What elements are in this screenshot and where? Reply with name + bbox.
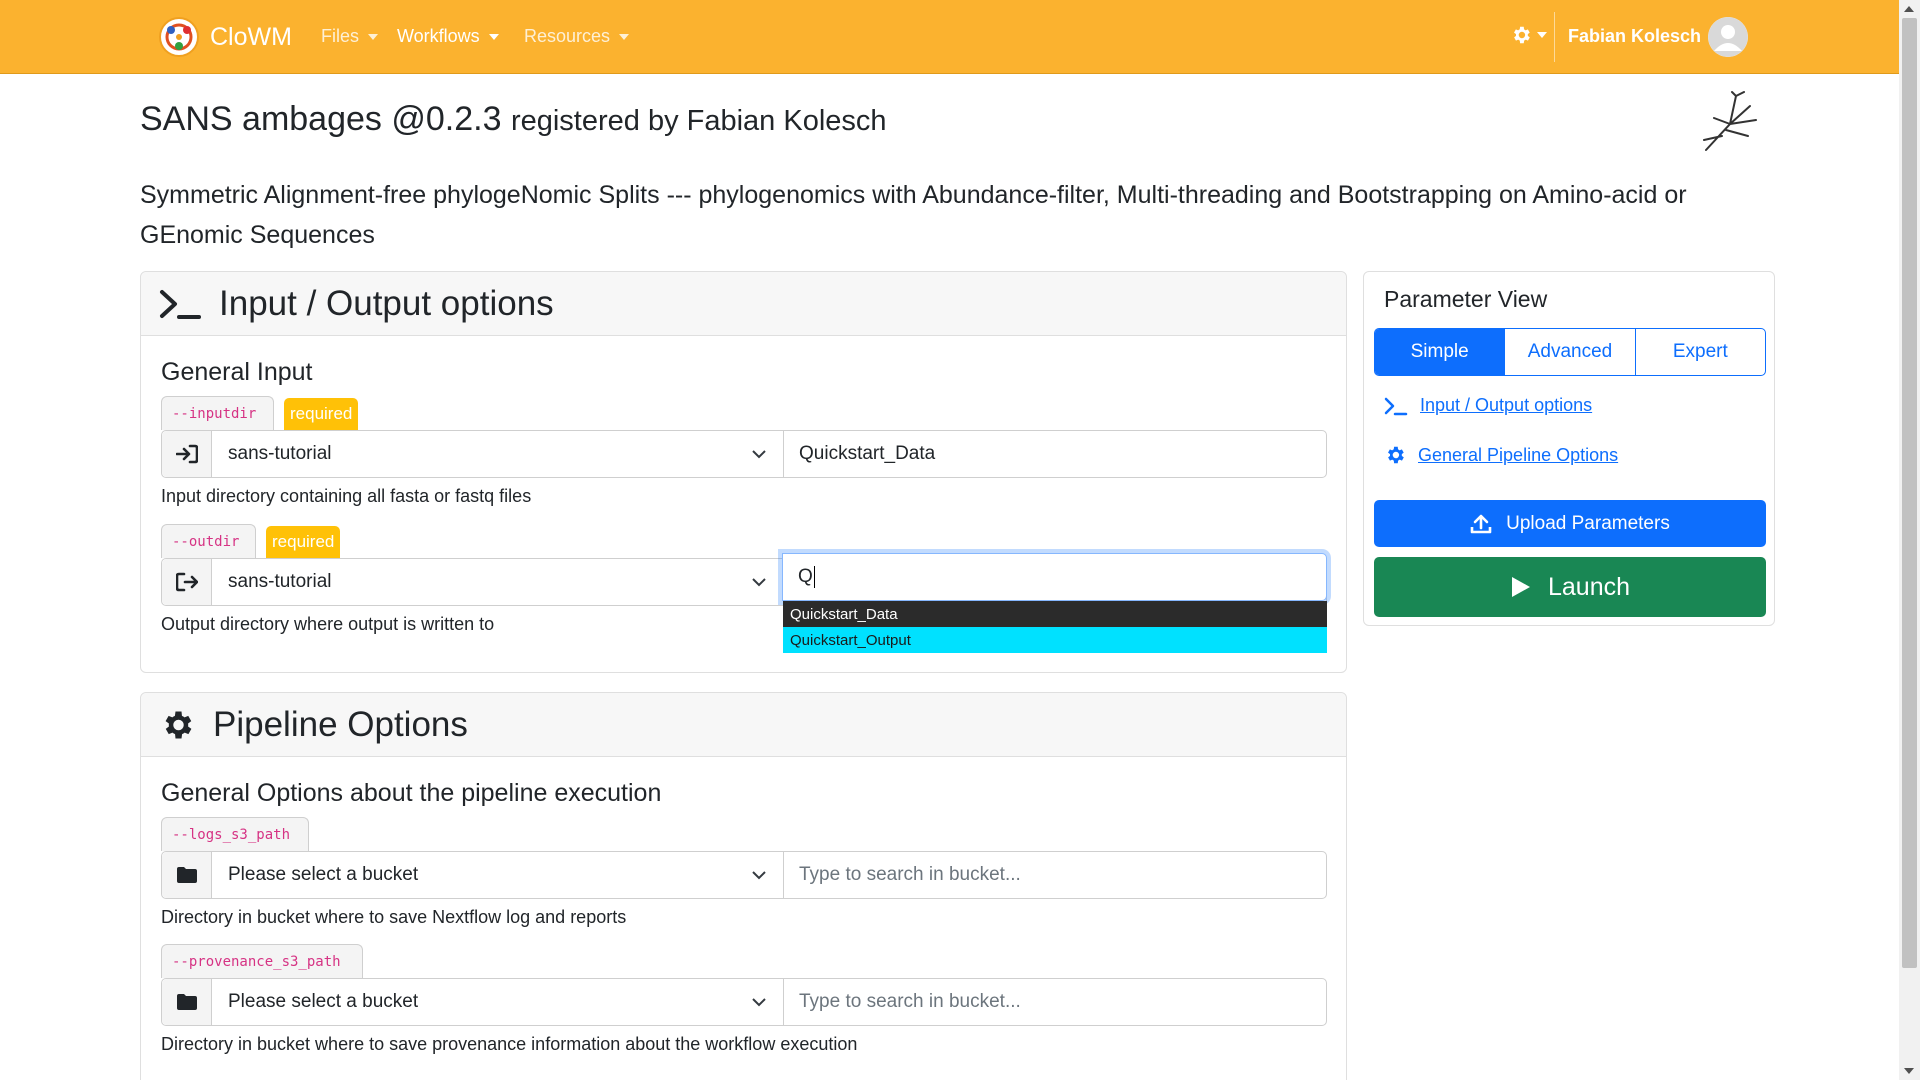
- gear-icon: [1388, 446, 1404, 464]
- nav-workflows-label: Workflows: [397, 26, 480, 46]
- avatar-silhouette-icon: [1708, 17, 1748, 57]
- link-general-pipeline-options-label: General Pipeline Options: [1418, 444, 1619, 465]
- text-cursor: [813, 566, 815, 588]
- autocomplete-option-highlighted[interactable]: Quickstart_Output: [783, 627, 1327, 653]
- link-io-options-label: Input / Output options: [1420, 395, 1593, 415]
- bucket-select[interactable]: Please select a bucket: [212, 979, 784, 1025]
- scroll-up-icon[interactable]: [1904, 6, 1914, 12]
- nav-files[interactable]: Files: [321, 26, 379, 47]
- workflow-title: SANS ambages @0.2.3 registered by Fabian…: [140, 100, 887, 139]
- gear-icon: [1514, 26, 1530, 44]
- terminal-icon: [1384, 397, 1408, 415]
- link-general-pipeline-options[interactable]: General Pipeline Options: [1384, 444, 1618, 466]
- upload-parameters-button[interactable]: Upload Parameters: [1374, 500, 1766, 547]
- top-navbar: CloWM Files Workflows Resources Fabian K…: [0, 0, 1899, 74]
- help-text: Output directory where output is written…: [161, 614, 495, 634]
- brand-name: CloWM: [210, 22, 292, 51]
- chevron-down-icon: [488, 33, 499, 40]
- link-io-options[interactable]: Input / Output options: [1384, 395, 1592, 416]
- upload-icon: [1470, 514, 1492, 533]
- io-card-title: Input / Output options: [219, 283, 554, 323]
- theme-toggle-button[interactable]: [1510, 24, 1547, 46]
- help-text: Directory in bucket where to save Nextfl…: [161, 907, 627, 927]
- nav-workflows[interactable]: Workflows: [397, 26, 499, 47]
- sign-out-icon: [162, 559, 212, 605]
- help-text: Input directory containing all fasta or …: [161, 486, 532, 506]
- sign-in-icon: [162, 431, 212, 477]
- brand[interactable]: CloWM: [158, 16, 292, 58]
- pipeline-card-title: Pipeline Options: [213, 704, 468, 744]
- workflow-description: Symmetric Alignment-free phylogeNomic Sp…: [140, 181, 1687, 249]
- folder-icon: [162, 979, 212, 1025]
- bucket-select-value: sans-tutorial: [228, 571, 332, 592]
- outdir-path-value: Q: [798, 566, 813, 587]
- pipeline-subtitle: General Options about the pipeline execu…: [161, 779, 662, 807]
- workflow-name: SANS ambages @0.2.3: [140, 100, 502, 138]
- logs-input-group: Please select a bucket Type to search in…: [161, 851, 1327, 899]
- user-name[interactable]: Fabian Kolesch: [1568, 26, 1701, 47]
- path-input[interactable]: Quickstart_Data: [784, 431, 1326, 477]
- nav-resources[interactable]: Resources: [524, 26, 630, 47]
- pipeline-card-header: Pipeline Options: [141, 693, 1346, 757]
- folder-icon: [162, 852, 212, 898]
- chevron-down-icon: [752, 450, 766, 459]
- play-icon: [1511, 577, 1530, 597]
- flag-label: --provenance_s3_path: [161, 944, 363, 978]
- user-avatar-icon[interactable]: [1708, 17, 1748, 57]
- autocomplete-option[interactable]: Quickstart_Data: [783, 601, 1327, 627]
- view-advanced-button[interactable]: Advanced: [1504, 329, 1634, 375]
- chevron-down-icon: [1537, 32, 1547, 38]
- path-autocomplete-list: Quickstart_Data Quickstart_Output: [783, 601, 1327, 653]
- bucket-select-value: Please select a bucket: [228, 991, 419, 1012]
- scrollbar-thumb[interactable]: [1902, 18, 1917, 968]
- nav-files-label: Files: [321, 26, 360, 46]
- navbar-divider: [1554, 12, 1555, 62]
- inputdir-input-group: sans-tutorial Quickstart_Data: [161, 430, 1327, 478]
- outdir-path-input[interactable]: Q: [782, 553, 1327, 601]
- launch-label: Launch: [1547, 572, 1631, 601]
- view-expert-button[interactable]: Expert: [1634, 329, 1765, 375]
- launch-button[interactable]: Launch: [1374, 557, 1766, 617]
- pipeline-options-card: Pipeline Options General Options about t…: [140, 692, 1347, 1080]
- parameter-view-title: Parameter View: [1384, 286, 1548, 312]
- bucket-select[interactable]: sans-tutorial: [212, 431, 784, 477]
- workflow-logo-icon: [1703, 91, 1757, 151]
- view-mode-toggle: Simple Advanced Expert: [1374, 328, 1766, 376]
- nav-resources-label: Resources: [524, 26, 611, 46]
- clowm-logo-icon: [159, 17, 199, 57]
- terminal-icon: [160, 289, 201, 319]
- chevron-down-icon: [619, 33, 630, 40]
- scroll-down-icon[interactable]: [1904, 1068, 1914, 1074]
- chevron-down-icon: [752, 871, 766, 880]
- bucket-select-value: Please select a bucket: [228, 864, 419, 885]
- flag-label: --outdir: [161, 524, 256, 558]
- required-badge: required: [284, 398, 359, 430]
- flag-label: --inputdir: [161, 396, 274, 430]
- chevron-down-icon: [752, 578, 766, 587]
- gear-icon: [165, 711, 192, 738]
- bucket-select-value: sans-tutorial: [228, 443, 332, 464]
- help-text: Directory in bucket where to save proven…: [161, 1034, 858, 1054]
- bucket-select[interactable]: Please select a bucket: [212, 852, 784, 898]
- flag-label: --logs_s3_path: [161, 817, 309, 851]
- chevron-down-icon: [368, 33, 379, 40]
- path-search-input[interactable]: Type to search in bucket...: [784, 979, 1326, 1025]
- path-search-input[interactable]: Type to search in bucket...: [784, 852, 1326, 898]
- view-simple-button[interactable]: Simple: [1375, 329, 1505, 375]
- io-subtitle: General Input: [161, 358, 313, 386]
- parameter-view-panel: Parameter View Simple Advanced Expert In…: [1363, 271, 1775, 626]
- bucket-select[interactable]: sans-tutorial: [212, 559, 784, 605]
- provenance-input-group: Please select a bucket Type to search in…: [161, 978, 1327, 1026]
- upload-parameters-label: Upload Parameters: [1506, 512, 1670, 534]
- vertical-scrollbar[interactable]: [1899, 0, 1920, 1080]
- io-card-header: Input / Output options: [141, 272, 1346, 336]
- chevron-down-icon: [752, 998, 766, 1007]
- required-badge: required: [266, 526, 341, 558]
- registered-by: registered by Fabian Kolesch: [510, 105, 887, 137]
